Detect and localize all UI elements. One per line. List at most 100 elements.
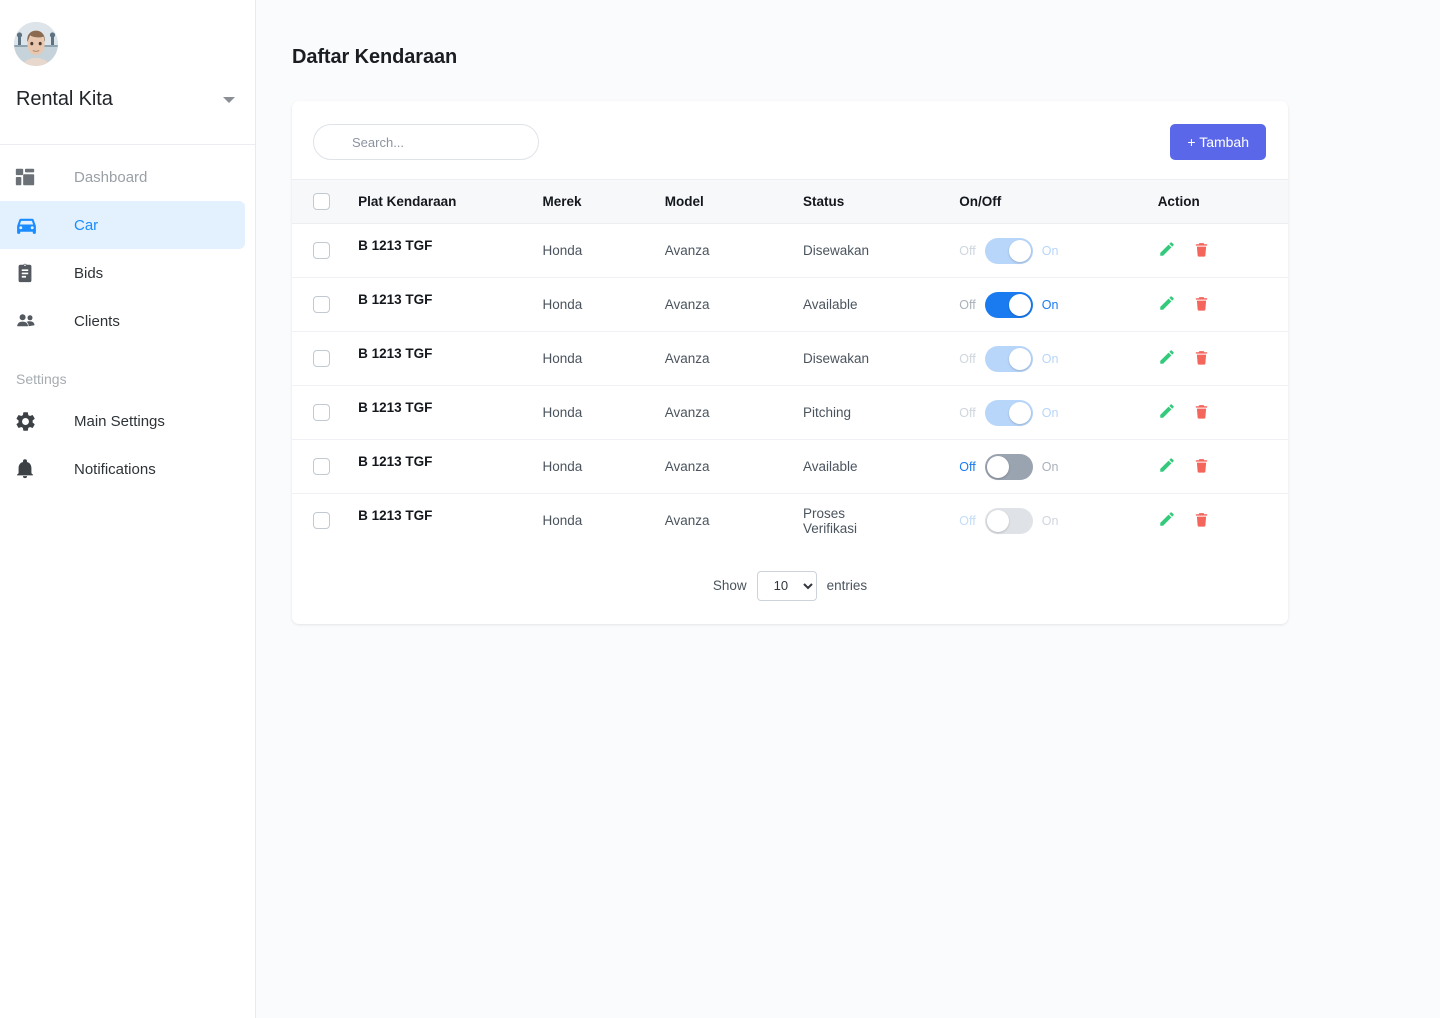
toggle-on-label: On	[1042, 406, 1059, 420]
cell-plate: B 1213 TGF	[358, 332, 542, 386]
header-select-all	[292, 180, 358, 224]
on-off-toggle[interactable]	[985, 454, 1033, 480]
card-toolbar: + Tambah	[292, 101, 1288, 179]
row-checkbox[interactable]	[313, 404, 330, 421]
select-all-checkbox[interactable]	[313, 193, 330, 210]
cell-model: Avanza	[665, 224, 803, 278]
header-merek: Merek	[542, 180, 664, 224]
table-row: B 1213 TGFHondaAvanzaPitchingOffOn	[292, 386, 1288, 440]
pencil-edit-icon[interactable]	[1158, 294, 1176, 315]
entries-per-page-select[interactable]: 102550100	[757, 571, 817, 601]
trash-delete-icon[interactable]	[1193, 349, 1210, 369]
pencil-edit-icon[interactable]	[1158, 240, 1176, 261]
brand-dropdown[interactable]: Rental Kita	[0, 88, 255, 111]
row-checkbox[interactable]	[313, 350, 330, 367]
vehicle-list-card: + Tambah Plat Kendaraan Merek Model Stat…	[292, 101, 1288, 624]
sidebar-item-label: Main Settings	[74, 413, 165, 430]
trash-delete-icon[interactable]	[1193, 241, 1210, 261]
cell-status: ProsesVerifikasi	[803, 494, 959, 548]
plate-text: B 1213 TGF	[358, 454, 432, 469]
toggle-group: Off On	[959, 346, 1157, 372]
toggle-group: OffOn	[959, 400, 1157, 426]
pencil-edit-icon[interactable]	[1158, 510, 1176, 531]
car-icon	[14, 213, 44, 238]
status-text: ProsesVerifikasi	[803, 506, 959, 536]
sidebar-item-clients[interactable]: Clients	[0, 297, 245, 345]
cell-merek: Honda	[542, 278, 664, 332]
add-button[interactable]: + Tambah	[1170, 124, 1266, 160]
cell-action	[1158, 494, 1288, 548]
caret-down-icon	[223, 97, 235, 103]
on-off-toggle[interactable]	[985, 346, 1033, 372]
sidebar-item-label: Bids	[74, 265, 103, 282]
cell-on-off: OffOn	[959, 386, 1157, 440]
cell-plate: B 1213 TGF	[358, 440, 542, 494]
table-row: B 1213 TGFHondaAvanzaProsesVerifikasiOff…	[292, 494, 1288, 548]
cell-status: Available	[803, 440, 959, 494]
entries-label: entries	[827, 578, 868, 593]
toggle-off-label: Off	[959, 352, 975, 366]
toggle-on-label: On	[1042, 244, 1059, 258]
cell-on-off: Off On	[959, 494, 1157, 548]
toggle-on-label: On	[1042, 460, 1059, 474]
on-off-toggle[interactable]	[985, 292, 1033, 318]
cell-merek: Honda	[542, 332, 664, 386]
page-title: Daftar Kendaraan	[292, 46, 1440, 69]
table-footer: Show 102550100 entries	[292, 548, 1288, 624]
brand-name: Rental Kita	[16, 88, 223, 111]
cell-action	[1158, 386, 1288, 440]
sidebar-item-car[interactable]: Car	[0, 201, 245, 249]
cell-status: Available	[803, 278, 959, 332]
trash-delete-icon[interactable]	[1193, 295, 1210, 315]
sidebar: Rental Kita Dashboard Car	[0, 0, 256, 1018]
gear-icon	[14, 410, 44, 433]
sidebar-item-label: Notifications	[74, 461, 156, 478]
row-checkbox[interactable]	[313, 512, 330, 529]
dashboard-grid-icon	[14, 166, 44, 188]
row-actions	[1158, 456, 1288, 477]
cell-status: Pitching	[803, 386, 959, 440]
status-text: Available	[803, 459, 959, 474]
cell-merek: Honda	[542, 386, 664, 440]
trash-delete-icon[interactable]	[1193, 457, 1210, 477]
trash-delete-icon[interactable]	[1193, 511, 1210, 531]
row-checkbox[interactable]	[313, 242, 330, 259]
sidebar-item-main-settings[interactable]: Main Settings	[0, 397, 245, 445]
toggle-knob	[987, 456, 1009, 478]
toggle-knob	[1009, 240, 1031, 262]
row-select-cell	[292, 332, 358, 386]
status-text: Disewakan	[803, 243, 959, 258]
sidebar-item-bids[interactable]: Bids	[0, 249, 245, 297]
row-checkbox[interactable]	[313, 458, 330, 475]
pencil-edit-icon[interactable]	[1158, 348, 1176, 369]
toggle-off-label: Off	[959, 460, 975, 474]
trash-delete-icon[interactable]	[1193, 403, 1210, 423]
user-avatar[interactable]	[14, 22, 58, 66]
header-on-off: On/Off	[959, 180, 1157, 224]
sidebar-item-label: Car	[74, 217, 98, 234]
on-off-toggle[interactable]	[985, 508, 1033, 534]
toggle-on-label: On	[1042, 352, 1059, 366]
cell-on-off: OffOn	[959, 278, 1157, 332]
toggle-on-label: On	[1042, 514, 1059, 528]
cell-model: Avanza	[665, 278, 803, 332]
toggle-knob	[1009, 294, 1031, 316]
toggle-on-label: On	[1042, 298, 1059, 312]
on-off-toggle[interactable]	[985, 400, 1033, 426]
pencil-edit-icon[interactable]	[1158, 402, 1176, 423]
people-icon	[14, 309, 44, 333]
sidebar-item-dashboard[interactable]: Dashboard	[0, 153, 245, 201]
search-input[interactable]	[313, 124, 539, 160]
toggle-off-label: Off	[959, 514, 975, 528]
cell-action	[1158, 278, 1288, 332]
row-checkbox[interactable]	[313, 296, 330, 313]
toggle-off-label: Off	[959, 244, 975, 258]
main-content: Daftar Kendaraan + Tambah Plat Kendaraan…	[256, 0, 1440, 1018]
vehicles-table: Plat Kendaraan Merek Model Status On/Off…	[292, 179, 1288, 548]
bell-icon	[14, 458, 44, 480]
sidebar-item-notifications[interactable]: Notifications	[0, 445, 245, 493]
pencil-edit-icon[interactable]	[1158, 456, 1176, 477]
on-off-toggle[interactable]	[985, 238, 1033, 264]
cell-merek: Honda	[542, 440, 664, 494]
cell-merek: Honda	[542, 494, 664, 548]
